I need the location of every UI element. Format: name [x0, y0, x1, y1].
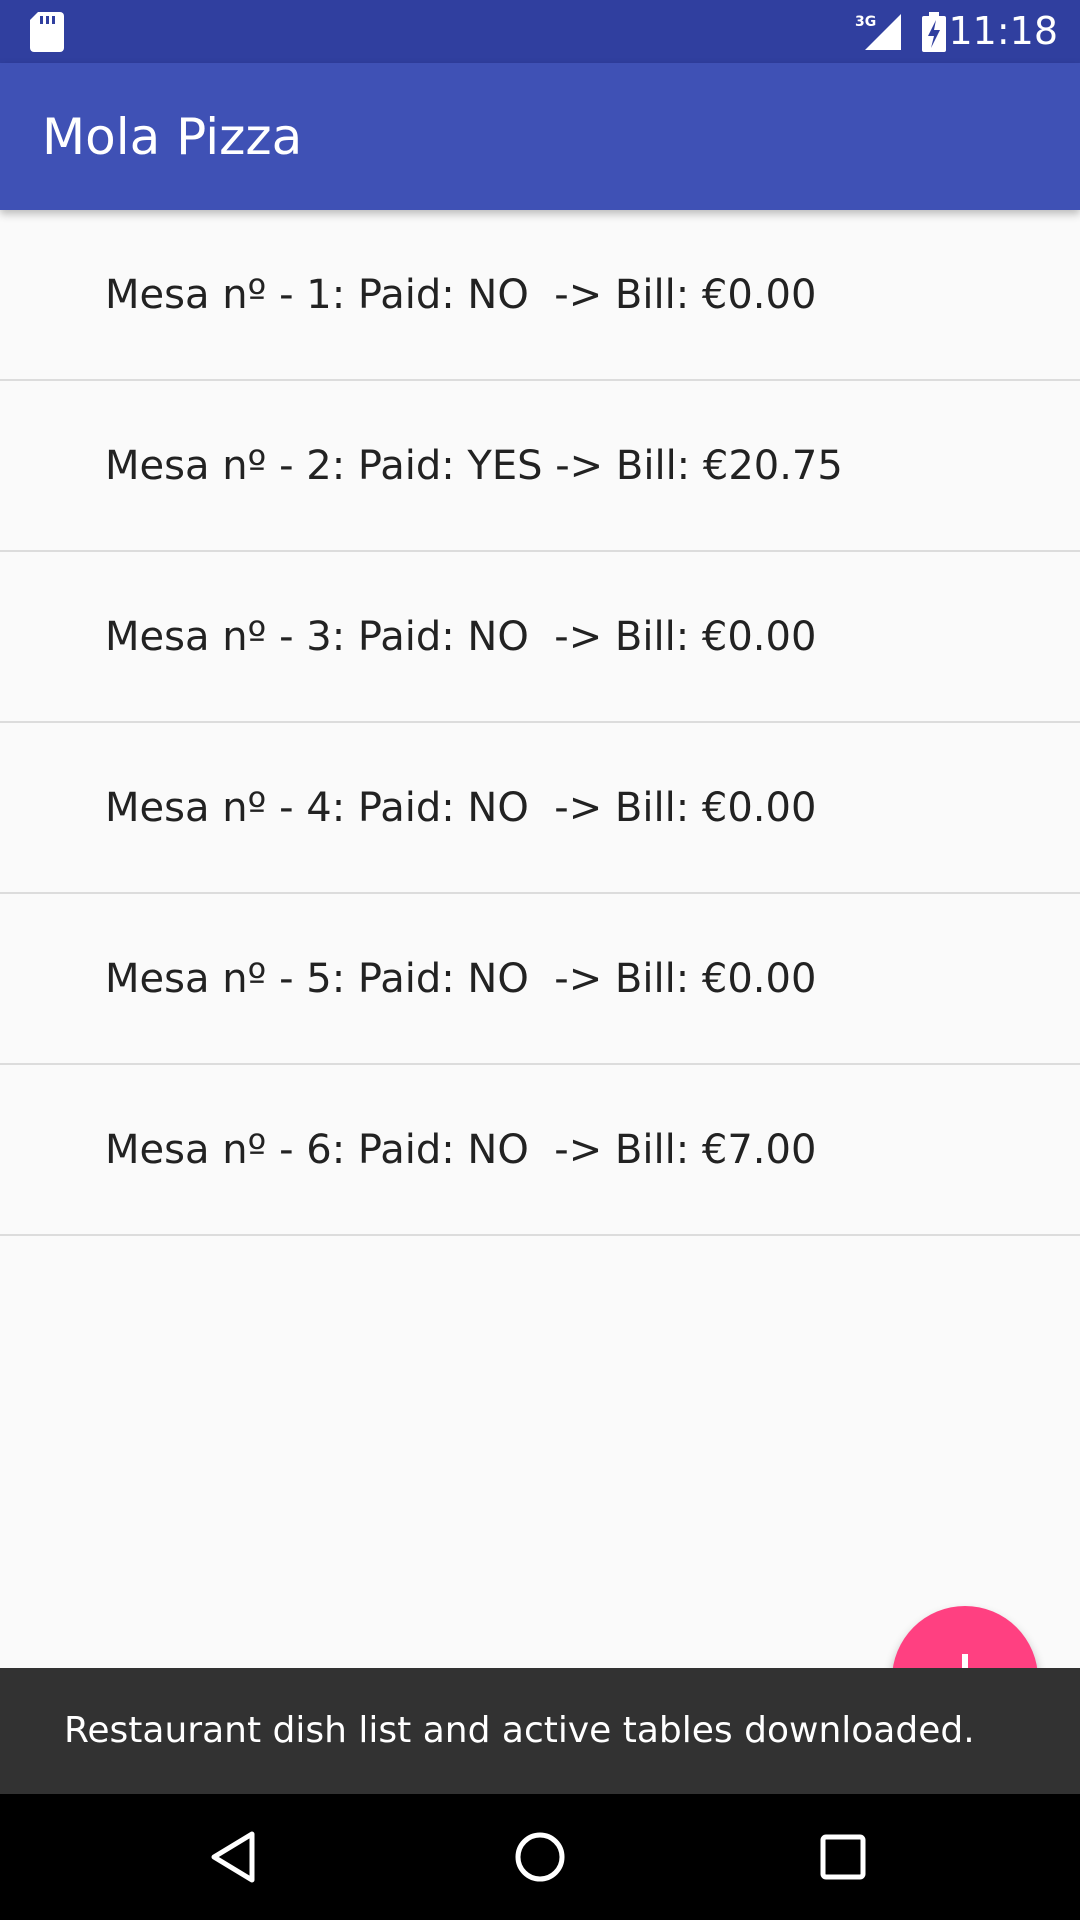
table-row-label: Mesa nº - 6: Paid: NO -> Bill: €7.00 — [105, 1127, 817, 1173]
table-row-label: Mesa nº - 3: Paid: NO -> Bill: €0.00 — [105, 614, 817, 660]
status-bar: 3G 11:18 — [0, 0, 1080, 63]
snackbar: Restaurant dish list and active tables d… — [0, 1668, 1080, 1794]
tables-list: Mesa nº - 1: Paid: NO -> Bill: €0.00 Mes… — [0, 210, 1080, 1236]
table-row-label: Mesa nº - 1: Paid: NO -> Bill: €0.00 — [105, 272, 817, 318]
table-row-label: Mesa nº - 4: Paid: NO -> Bill: €0.00 — [105, 785, 817, 831]
home-icon[interactable] — [505, 1822, 575, 1892]
navigation-bar — [0, 1794, 1080, 1920]
table-row[interactable]: Mesa nº - 6: Paid: NO -> Bill: €7.00 — [0, 1065, 1080, 1236]
network-type-label: 3G — [855, 14, 876, 30]
table-row[interactable]: Mesa nº - 3: Paid: NO -> Bill: €0.00 — [0, 552, 1080, 723]
table-row[interactable]: Mesa nº - 4: Paid: NO -> Bill: €0.00 — [0, 723, 1080, 894]
status-clock: 11:18 — [948, 9, 1058, 53]
back-icon[interactable] — [200, 1822, 270, 1892]
app-bar: Mola Pizza — [0, 63, 1080, 210]
signal-3g-icon: 3G — [855, 14, 901, 50]
table-row-label: Mesa nº - 2: Paid: YES -> Bill: €20.75 — [105, 443, 843, 489]
table-row[interactable]: Mesa nº - 2: Paid: YES -> Bill: €20.75 — [0, 381, 1080, 552]
snackbar-message: Restaurant dish list and active tables d… — [64, 1710, 975, 1751]
table-row[interactable]: Mesa nº - 5: Paid: NO -> Bill: €0.00 — [0, 894, 1080, 1065]
table-row-label: Mesa nº - 5: Paid: NO -> Bill: €0.00 — [105, 956, 817, 1002]
recents-icon[interactable] — [808, 1822, 878, 1892]
table-row[interactable]: Mesa nº - 1: Paid: NO -> Bill: €0.00 — [0, 210, 1080, 381]
battery-charging-icon — [922, 12, 946, 52]
app-title: Mola Pizza — [42, 108, 303, 166]
sd-card-icon — [30, 12, 64, 52]
